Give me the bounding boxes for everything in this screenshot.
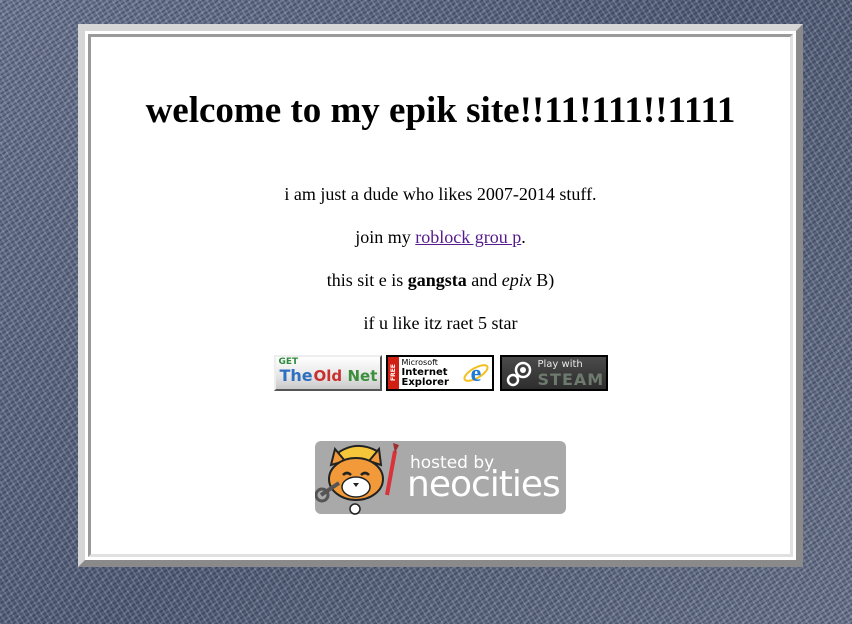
svg-text:e: e	[470, 361, 481, 387]
steam-play-with-text: Play with	[537, 359, 583, 370]
content-panel: welcome to my epik site!!11!111!!1111 i …	[88, 34, 793, 557]
group-line: join my roblock grou p.	[91, 226, 790, 248]
oldnet-the-text: The	[279, 366, 313, 385]
page-title: welcome to my epik site!!11!111!!1111	[145, 90, 736, 131]
steam-logo-icon	[506, 361, 531, 387]
neocities-name-text: neocities	[407, 464, 561, 505]
ie-microsoft-text: Microsoft	[401, 358, 438, 367]
steam-badge[interactable]: Play with STEAM	[499, 355, 608, 391]
desc-middle: and	[466, 270, 502, 290]
ie-free-tag: FREE	[387, 357, 399, 389]
ie-explorer-text: Explorer	[401, 377, 449, 388]
steam-name-text: STEAM	[537, 370, 605, 389]
oldnet-badge[interactable]: GET The Old Net	[273, 355, 382, 391]
internet-explorer-badge[interactable]: FREE Microsoft Internet Explorer e	[385, 355, 494, 391]
neocities-cat-icon	[315, 443, 399, 515]
group-line-suffix: .	[521, 227, 526, 247]
oldnet-net-text: Net	[347, 367, 378, 385]
badge-row: GET The Old Net FREE Microsoft Internet …	[91, 355, 790, 395]
desc-suffix: B)	[531, 270, 555, 290]
site-description: this sit e is gangsta and epix B)	[91, 269, 790, 291]
desc-bold-word: gangsta	[407, 270, 467, 290]
roblox-group-link[interactable]: roblock grou p	[415, 227, 521, 247]
oldnet-old-text: Old	[313, 367, 343, 385]
group-line-prefix: join my	[355, 227, 416, 247]
intro-text: i am just a dude who likes 2007-2014 stu…	[284, 184, 597, 204]
desc-prefix: this sit e is	[326, 270, 408, 290]
ie-logo-icon: e	[462, 361, 489, 387]
rating-request: if u like itz raet 5 star	[363, 313, 518, 333]
neocities-hosted-badge[interactable]: hosted by neocities	[315, 441, 566, 515]
oldnet-badge-link[interactable]: GET The Old Net	[273, 355, 386, 391]
ie-badge-link[interactable]: FREE Microsoft Internet Explorer e	[385, 355, 498, 391]
content-frame: welcome to my epik site!!11!111!!1111 i …	[78, 24, 803, 567]
desc-italic-word: epix	[501, 270, 532, 290]
